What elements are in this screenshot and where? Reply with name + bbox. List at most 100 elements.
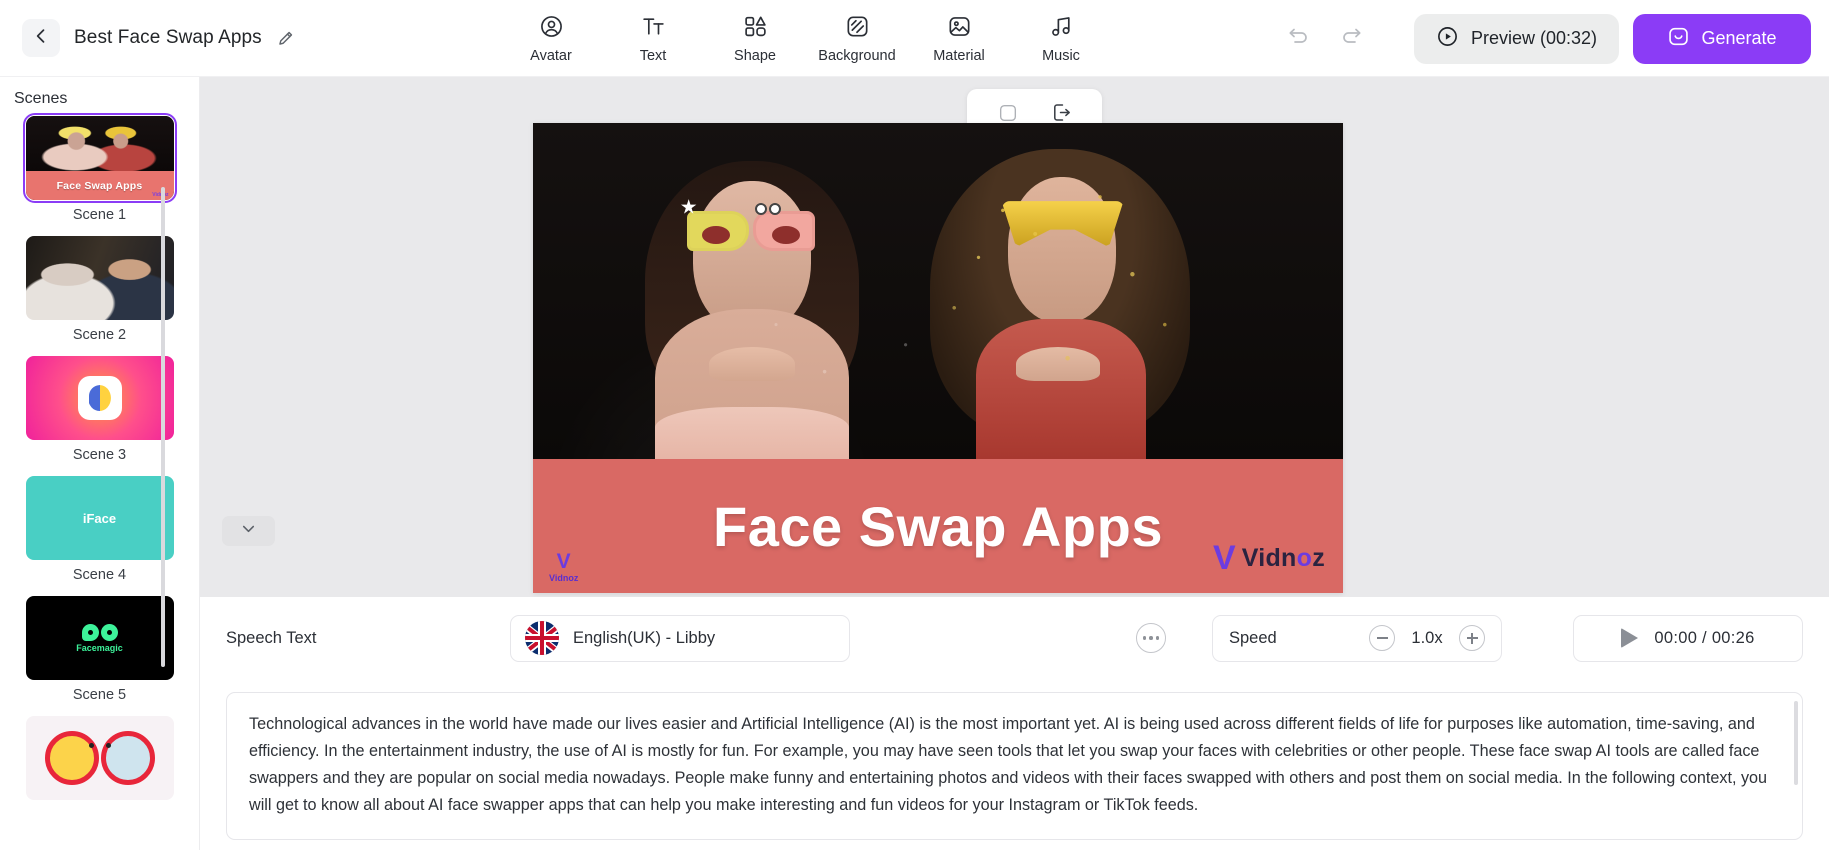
avatar-icon <box>539 14 564 44</box>
scene-thumbnail-1[interactable]: Face Swap Apps Vidnoz <box>22 113 177 203</box>
audio-player[interactable]: 00:00 / 00:26 <box>1573 614 1803 662</box>
speech-text-input[interactable]: Technological advances in the world have… <box>226 692 1803 840</box>
more-dots-icon <box>1142 636 1147 640</box>
scene-caption: Face Swap Apps <box>56 179 143 192</box>
facemagic-eyes-icon <box>81 623 118 641</box>
app-logo-icon <box>77 376 122 420</box>
sidebar-scrollbar[interactable] <box>161 187 165 667</box>
more-dots-icon <box>1149 636 1153 640</box>
sparkle-smile-icon <box>1667 25 1690 53</box>
top-bar: Best Face Swap Apps Avatar Text Shape Ba… <box>0 0 1829 77</box>
list-item[interactable]: Facemagic Scene 5 <box>0 596 199 714</box>
scene-thumbnail-6[interactable] <box>25 716 174 800</box>
top-bar-left: Best Face Swap Apps <box>0 19 295 57</box>
speed-label: Speed <box>1229 628 1277 647</box>
tab-background[interactable]: Background <box>806 5 908 73</box>
speed-value: 1.0x <box>1411 628 1443 647</box>
tab-music[interactable]: Music <box>1010 5 1112 73</box>
chevron-left-icon <box>31 26 51 51</box>
list-item[interactable]: Scene 3 <box>0 356 199 474</box>
tab-material-label: Material <box>933 47 985 64</box>
minus-circle-icon <box>1376 637 1388 639</box>
tab-text-label: Text <box>639 47 667 64</box>
background-icon <box>845 14 870 44</box>
tab-material[interactable]: Material <box>908 5 1010 73</box>
speech-text-label: Speech Text <box>226 628 317 647</box>
video-caption-band: Face Swap Apps V Vidnoz V Vidnoz <box>533 459 1343 593</box>
back-button[interactable] <box>22 19 60 57</box>
watermark-small-label: Vidnoz <box>549 573 579 583</box>
speed-stepper: 1.0x <box>1369 625 1485 651</box>
speech-text-value: Technological advances in the world have… <box>249 715 1768 814</box>
speed-control: Speed 1.0x <box>1212 614 1502 662</box>
app-root: Best Face Swap Apps Avatar Text Shape Ba… <box>0 0 1829 850</box>
redo-button[interactable] <box>1332 19 1372 59</box>
tab-shape[interactable]: Shape <box>704 5 806 73</box>
speed-increase-button[interactable] <box>1459 625 1485 651</box>
play-icon[interactable] <box>1621 628 1639 648</box>
undo-button[interactable] <box>1278 19 1318 59</box>
watermark-large-label: Vidnoz <box>1241 543 1325 572</box>
tab-avatar-label: Avatar <box>530 47 572 64</box>
shape-icon <box>743 14 768 44</box>
pencil-icon[interactable] <box>276 29 295 48</box>
scene-photo <box>533 123 1343 460</box>
list-item[interactable]: Scene 2 <box>0 236 199 354</box>
video-title: Face Swap Apps <box>713 494 1163 558</box>
vidnoz-logo-icon: V <box>1213 539 1236 577</box>
preview-label: Preview (00:32) <box>1470 28 1597 48</box>
scene-label-5: Scene 5 <box>72 687 127 703</box>
speed-decrease-button[interactable] <box>1369 625 1395 651</box>
collapse-panel-button[interactable] <box>222 516 275 546</box>
generate-label: Generate <box>1701 28 1777 48</box>
music-icon <box>1049 14 1074 44</box>
scene-thumbnail-5[interactable]: Facemagic <box>25 596 174 680</box>
canvas-area: Face Swap Apps V Vidnoz V Vidnoz <box>200 77 1829 597</box>
redo-icon <box>1340 24 1364 53</box>
top-bar-right: Preview (00:32) Generate <box>1278 0 1811 77</box>
scene-label-1: Scene 1 <box>72 207 127 223</box>
party-glasses-left-icon <box>686 211 819 252</box>
person-left <box>637 159 867 460</box>
scene-thumbnail-2[interactable] <box>25 236 174 320</box>
scenes-sidebar: Scenes Face Swap Apps Vidnoz Scene 1 Sce… <box>0 77 200 850</box>
text-scrollbar[interactable] <box>1794 701 1798 785</box>
play-circle-icon <box>1436 25 1459 53</box>
player-time: 00:00 / 00:26 <box>1654 628 1755 647</box>
speech-controls-row: Speech Text English(UK) - Libby Speed 1.… <box>200 597 1829 679</box>
video-preview[interactable]: Face Swap Apps V Vidnoz V Vidnoz <box>533 123 1343 593</box>
scene-thumbnail-4[interactable]: iFace <box>25 476 174 560</box>
scene-caption: iFace <box>82 510 117 526</box>
more-dots-icon <box>1155 636 1160 640</box>
undo-icon <box>1286 24 1310 53</box>
scene-label-2: Scene 2 <box>72 327 127 343</box>
scene-list: Face Swap Apps Vidnoz Scene 1 Scene 2 Sc… <box>0 113 199 800</box>
speech-panel: Speech Text English(UK) - Libby Speed 1.… <box>200 597 1829 850</box>
tab-text[interactable]: Text <box>602 5 704 73</box>
person-right <box>929 149 1190 460</box>
preview-button[interactable]: Preview (00:32) <box>1413 13 1619 64</box>
list-item[interactable]: iFace Scene 4 <box>0 476 199 594</box>
scene-label-4: Scene 4 <box>72 567 127 583</box>
scenes-title: Scenes <box>14 90 68 107</box>
plus-circle-icon <box>1471 632 1473 644</box>
material-icon <box>947 14 972 44</box>
tab-shape-label: Shape <box>734 47 776 64</box>
watermark-large: V Vidnoz <box>1213 541 1325 575</box>
swap-faces-icon <box>44 729 155 787</box>
generate-button[interactable]: Generate <box>1633 13 1811 64</box>
tab-background-label: Background <box>818 47 896 64</box>
chevron-down-icon <box>239 519 258 543</box>
voice-selector[interactable]: English(UK) - Libby <box>510 614 850 662</box>
voice-name: English(UK) - Libby <box>573 628 716 647</box>
list-item[interactable]: Face Swap Apps Vidnoz Scene 1 <box>0 113 199 234</box>
page-title: Best Face Swap Apps <box>74 27 262 48</box>
vidnoz-mark-icon: V <box>556 550 571 573</box>
text-icon <box>641 14 666 44</box>
voice-more-button[interactable] <box>1136 623 1166 653</box>
tool-tabs: Avatar Text Shape Background Material Mu… <box>500 0 1112 77</box>
tab-avatar[interactable]: Avatar <box>500 5 602 73</box>
scene-photo <box>25 116 174 174</box>
scene-thumbnail-3[interactable] <box>25 356 174 440</box>
list-item[interactable] <box>0 716 199 800</box>
